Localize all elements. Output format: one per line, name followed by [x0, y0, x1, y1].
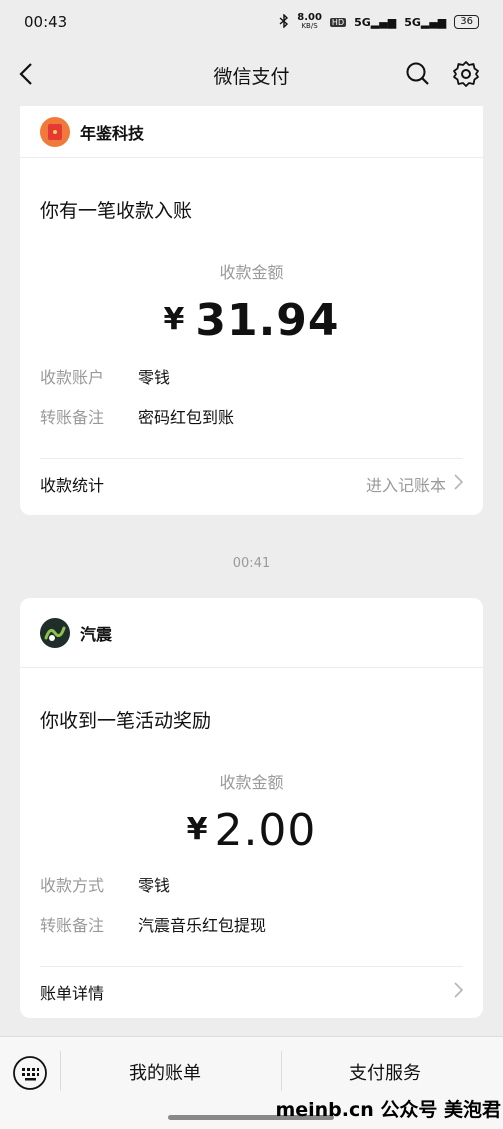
tab-my-bills[interactable]: 我的账单	[129, 1059, 201, 1085]
detail-value: 零钱	[138, 876, 171, 895]
card-footer-link[interactable]: 收款统计 进入记账本	[20, 459, 483, 509]
detail-key: 转账备注	[40, 408, 105, 427]
status-icons: 8.00 KB/S HD 5G▂▄▆ 5G▂▄▆ 36	[279, 13, 479, 31]
detail-rows: 收款账户 零钱 转账备注 密码红包到账	[20, 356, 483, 436]
card-headline: 你有一笔收款入账	[40, 200, 193, 222]
detail-row: 收款方式 零钱	[20, 864, 483, 904]
footer-right-label: 进入记账本	[365, 476, 446, 495]
amount-label: 收款金额	[219, 773, 284, 792]
signal-5g-1: 5G▂▄▆	[354, 15, 397, 29]
back-icon[interactable]	[18, 62, 34, 90]
tab-payment-services[interactable]: 支付服务	[349, 1059, 421, 1085]
battery-icon: 36	[454, 15, 479, 29]
amount-value: ¥31.94	[20, 295, 483, 346]
net-unit: KB/S	[301, 22, 318, 30]
amount-label: 收款金额	[219, 263, 284, 282]
merchant-name: 年鉴科技	[80, 123, 145, 143]
payment-card-2[interactable]: 汽震 你收到一笔活动奖励 收款金额 ¥2.00 收款方式 零钱 转账备注 汽震音…	[20, 598, 483, 1018]
nav-bar: 微信支付	[0, 44, 503, 106]
amount-number: 2.00	[214, 805, 317, 856]
detail-key: 转账备注	[40, 916, 105, 935]
merchant-name: 汽震	[80, 624, 113, 644]
bottom-bar: 我的账单 支付服务 meinb.cn 公众号 美泡君	[0, 1036, 503, 1129]
divider	[281, 1051, 282, 1091]
card-header: 年鉴科技	[20, 106, 483, 158]
hd-badge: HD	[329, 17, 347, 27]
detail-row: 收款账户 零钱	[20, 356, 483, 396]
search-icon[interactable]	[405, 61, 431, 91]
detail-row: 转账备注 密码红包到账	[20, 396, 483, 436]
card-header: 汽震	[20, 598, 483, 668]
status-bar: 00:43 8.00 KB/S HD 5G▂▄▆ 5G▂▄▆ 36	[0, 0, 503, 44]
detail-row: 转账备注 汽震音乐红包提现	[20, 904, 483, 944]
currency-symbol: ¥	[163, 302, 186, 337]
payment-card-1[interactable]: 年鉴科技 你有一笔收款入账 收款金额 ¥31.94 收款账户 零钱 转账备注 密…	[20, 106, 483, 515]
divider	[60, 1051, 61, 1091]
card-footer-link[interactable]: 账单详情	[20, 967, 483, 1017]
detail-rows: 收款方式 零钱 转账备注 汽震音乐红包提现	[20, 864, 483, 944]
time-separator: 00:41	[232, 556, 271, 571]
footer-left-label: 账单详情	[40, 984, 105, 1003]
chevron-right-icon	[454, 474, 464, 494]
detail-key: 收款账户	[40, 368, 105, 387]
signal-5g-2: 5G▂▄▆	[404, 15, 447, 29]
gear-icon[interactable]	[452, 60, 480, 92]
chevron-right-icon	[454, 982, 464, 1002]
page-title: 微信支付	[213, 65, 290, 88]
status-time: 00:43	[24, 13, 68, 31]
watermark: meinb.cn 公众号 美泡君	[275, 1099, 501, 1121]
music-logo-icon	[40, 617, 70, 648]
card-headline: 你收到一笔活动奖励	[40, 710, 212, 732]
detail-value: 零钱	[138, 368, 171, 387]
keyboard-icon[interactable]	[12, 1055, 48, 1095]
detail-key: 收款方式	[40, 876, 105, 895]
bluetooth-icon	[279, 12, 289, 31]
currency-symbol: ¥	[186, 812, 209, 847]
amount-number: 31.94	[195, 295, 340, 346]
net-speed: 8.00	[297, 12, 322, 23]
red-envelope-logo-icon	[40, 116, 70, 147]
detail-value: 密码红包到账	[138, 408, 235, 427]
amount-value: ¥2.00	[20, 805, 483, 856]
footer-left-label: 收款统计	[40, 476, 105, 495]
detail-value: 汽震音乐红包提现	[138, 916, 267, 935]
